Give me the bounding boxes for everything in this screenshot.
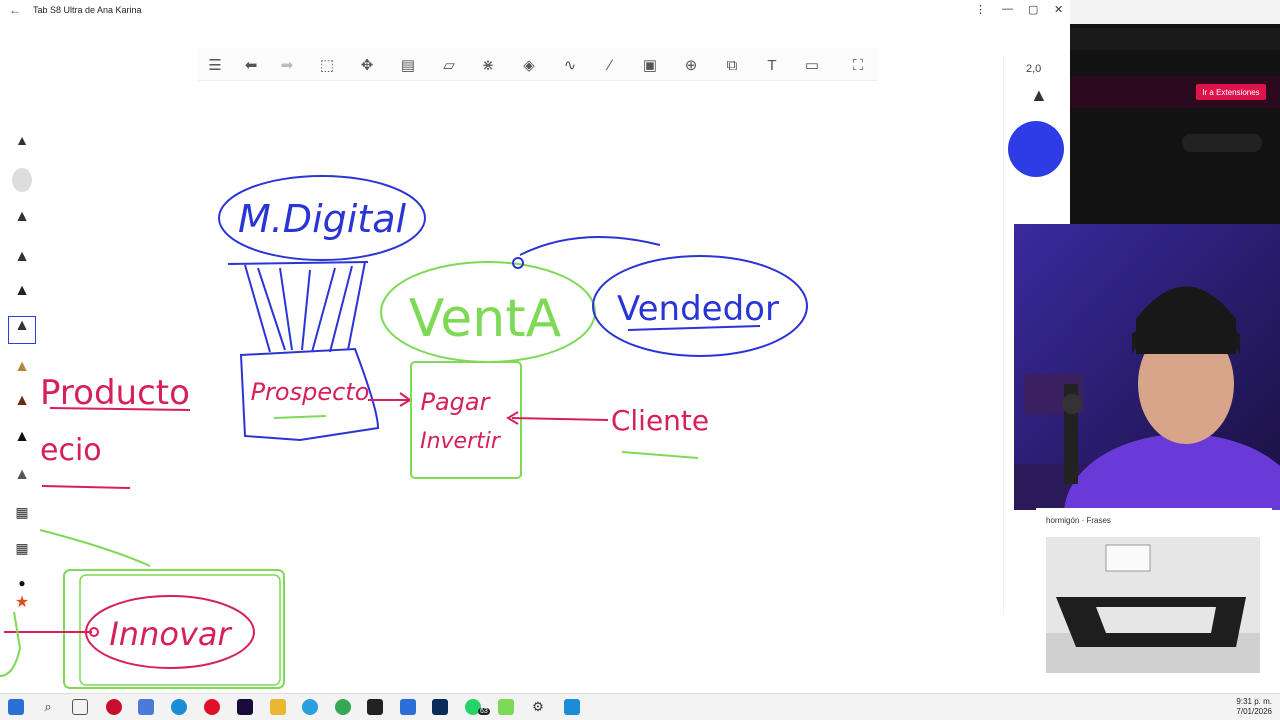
label-vendedor: Vendedor	[617, 289, 779, 329]
label-producto: Producto	[40, 373, 190, 413]
arrow-cliente-pagar	[511, 417, 609, 421]
label-venta: VentA	[409, 289, 562, 349]
label-innovar: Innovar	[109, 615, 232, 653]
prospecto-underline	[273, 415, 327, 419]
image-icon[interactable]: ▣	[639, 54, 661, 76]
brush-preview-icon: ▲	[1030, 85, 1048, 105]
start-icon[interactable]	[8, 699, 24, 715]
label-prospecto: Prospecto	[251, 378, 370, 406]
app-icon-2[interactable]	[138, 699, 154, 715]
left-green-stroke	[0, 611, 22, 677]
label-cliente: Cliente	[611, 404, 709, 437]
more-options-icon[interactable]: ⋮	[975, 3, 986, 16]
ruler-icon[interactable]: ▱	[438, 54, 460, 76]
brush-4-icon[interactable]: ▲	[12, 248, 32, 272]
capcut-icon[interactable]	[367, 699, 383, 715]
favorite-star-icon[interactable]: ★	[12, 592, 32, 616]
minimize-icon[interactable]: —	[1002, 3, 1013, 15]
label-pagar: Pagar	[421, 388, 492, 416]
window-title: Tab S8 Ultra de Ana Karina	[33, 5, 142, 15]
clock-date: 7/01/2026	[1236, 707, 1272, 716]
shapes-icon[interactable]: ◈	[518, 54, 540, 76]
task-view-icon[interactable]	[72, 699, 88, 715]
label-precio: ecio	[40, 433, 102, 468]
title-bar: ← Tab S8 Ultra de Ana Karina ⋮ — ▢ ✕	[0, 0, 1070, 22]
pagar-invertir-box	[410, 361, 522, 479]
media-controls[interactable]	[1182, 134, 1262, 152]
brush-12-icon[interactable]: ▦	[12, 540, 32, 564]
telegram-icon[interactable]	[302, 699, 318, 715]
back-arrow-icon[interactable]: ←	[9, 3, 21, 17]
file-explorer-icon[interactable]	[270, 699, 286, 715]
loop-arrow	[519, 236, 661, 256]
brush-5-icon[interactable]: ▲	[12, 282, 32, 306]
redo-icon[interactable]: ➡	[276, 54, 298, 76]
premiere-icon[interactable]	[237, 699, 253, 715]
move-icon[interactable]: ✥	[356, 54, 378, 76]
symmetry-icon[interactable]: ⋇	[477, 54, 499, 76]
maximize-icon[interactable]: ▢	[1028, 3, 1038, 16]
active-app-icon[interactable]	[564, 699, 580, 715]
drawing-toolbar: ☰ ⬅ ➡ ⬚ ✥ ▤ ▱ ⋇ ◈ ∿ ∕ ▣ ⊕ ⧉ T ▭ ⛶	[198, 48, 878, 81]
precio-underline	[41, 485, 131, 489]
green-curve	[39, 529, 151, 567]
brush-8-icon[interactable]: ▲	[12, 392, 32, 416]
outlook-icon[interactable]	[400, 699, 416, 715]
curve-icon[interactable]: ∿	[559, 54, 581, 76]
brush-10-icon[interactable]: ▲	[12, 466, 32, 490]
browser-window: Ir a Extensiones	[1070, 0, 1280, 225]
brush-2-icon[interactable]	[12, 168, 32, 192]
edge-icon[interactable]	[171, 699, 187, 715]
text-icon[interactable]: T	[761, 54, 783, 76]
brush-1-icon[interactable]: ▲	[12, 132, 32, 156]
whatsapp-badge: 63	[478, 708, 490, 715]
drawing-canvas[interactable]: M.Digital Prospecto VentA Vendedor Pagar…	[0, 82, 1000, 692]
perspective-grid-icon[interactable]: ⊕	[680, 54, 702, 76]
line-icon[interactable]: ∕	[599, 54, 621, 76]
card-caption: hormigón · Frases	[1046, 516, 1111, 525]
brush-rail: ▲ ▲ ▲ ▲ ▲ ▲ ▲ ▲ ▲ ▦ ▦ ● ★	[4, 128, 40, 616]
sticker-icon[interactable]: ⧉	[721, 54, 743, 76]
kitchen-photo	[1046, 537, 1260, 673]
taskbar: ⌕ 63 ⚙ 9:31 p. m. 7/01/2026	[0, 693, 1280, 720]
brush-9-icon[interactable]: ▲	[12, 428, 32, 452]
menu-list-icon[interactable]: ☰	[204, 54, 226, 76]
image-card[interactable]: hormigón · Frases	[1036, 508, 1272, 684]
label-m-digital: M.Digital	[238, 197, 407, 241]
search-icon[interactable]: ⌕	[40, 699, 56, 715]
clock-time: 9:31 p. m.	[1236, 697, 1272, 706]
funnel-lines	[244, 261, 366, 353]
undo-icon[interactable]: ⬅	[240, 54, 262, 76]
brush-size-readout[interactable]: 2,0	[1026, 63, 1041, 75]
fullscreen-icon[interactable]: ⛶	[847, 54, 869, 76]
chrome-icon[interactable]	[335, 699, 351, 715]
layers-icon[interactable]: ▤	[397, 54, 419, 76]
system-clock[interactable]: 9:31 p. m. 7/01/2026	[1236, 697, 1272, 717]
label-invertir: Invertir	[420, 429, 502, 454]
brush-7-icon[interactable]: ▲	[12, 358, 32, 382]
brush-11-icon[interactable]: ▦	[12, 504, 32, 528]
settings-gear-icon[interactable]: ⚙	[530, 699, 546, 715]
funnel-top	[227, 261, 369, 265]
app-icon-1[interactable]	[106, 699, 122, 715]
opera-icon[interactable]	[204, 699, 220, 715]
video-icon[interactable]: ▭	[801, 54, 823, 76]
photoshop-icon[interactable]	[432, 699, 448, 715]
color-swatch[interactable]	[1008, 121, 1064, 177]
brush-selected-icon[interactable]: ▲	[8, 316, 36, 344]
browser-toolbar[interactable]	[1070, 28, 1280, 50]
cliente-underline	[621, 451, 699, 459]
lasso-select-icon[interactable]: ⬚	[316, 54, 338, 76]
brush-3-icon[interactable]: ▲	[12, 208, 32, 232]
browser-tab-strip[interactable]	[1070, 0, 1280, 24]
app-icon-3[interactable]	[498, 699, 514, 715]
go-to-extensions-button[interactable]: Ir a Extensiones	[1196, 84, 1266, 100]
close-icon[interactable]: ✕	[1054, 3, 1063, 16]
webcam-feed	[1014, 224, 1280, 510]
